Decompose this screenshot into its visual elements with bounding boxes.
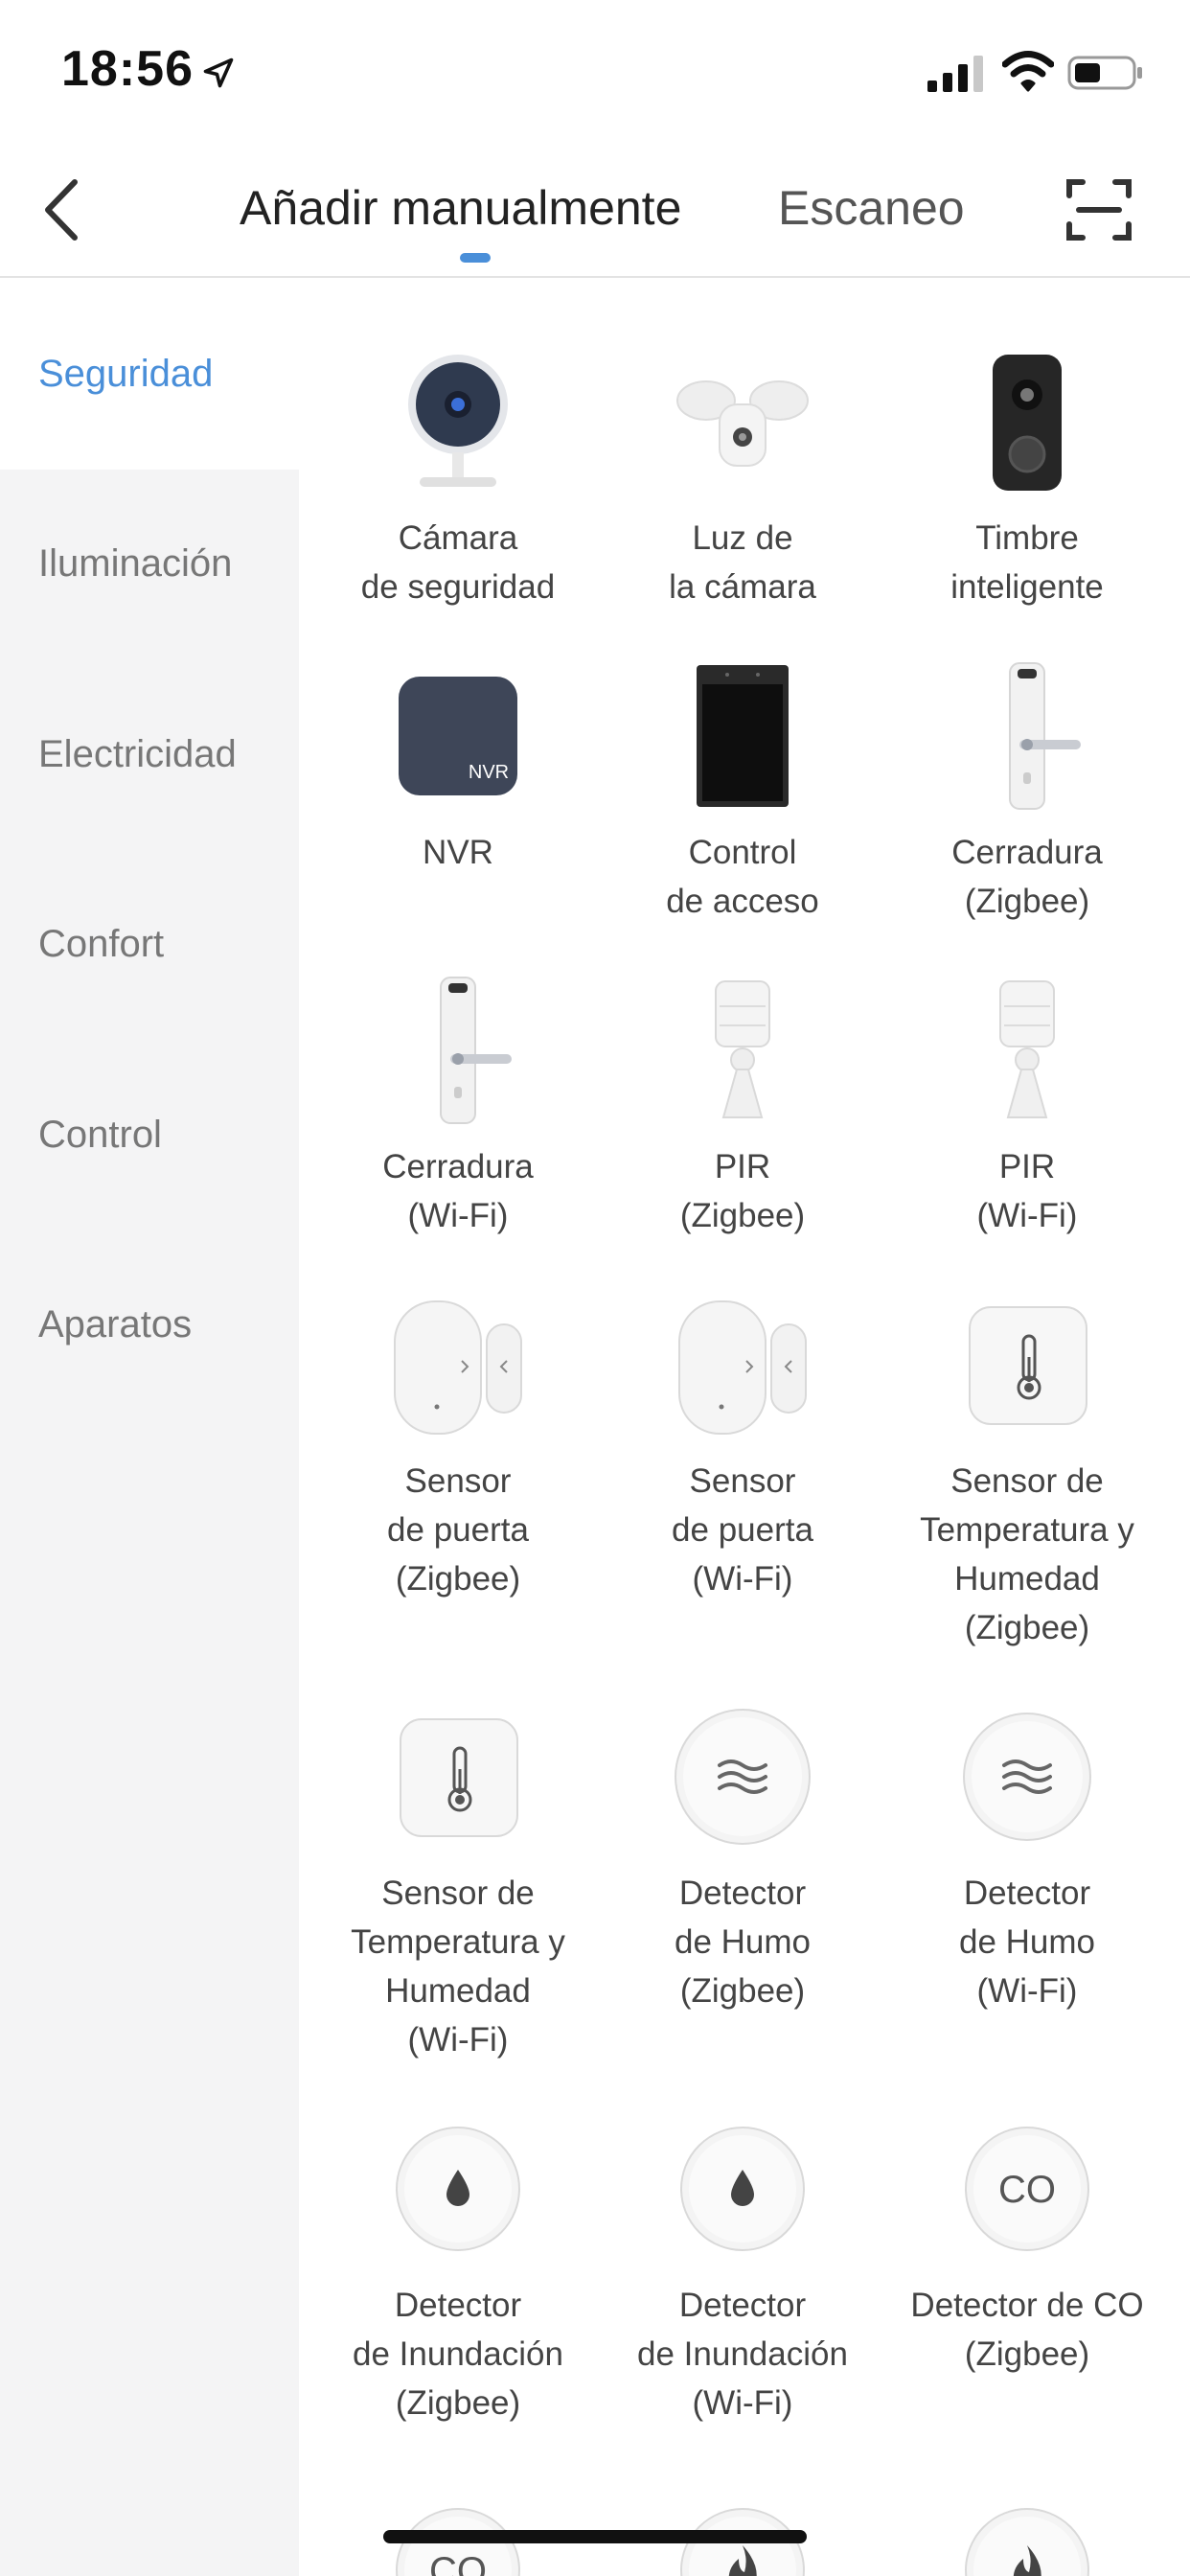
device-tile[interactable]: Detector de Humo (Zigbee) <box>601 1700 884 2015</box>
pir-sensor-icon <box>666 974 819 1127</box>
co-detector-icon: CO <box>950 2112 1104 2266</box>
sidebar-item-control[interactable]: Control <box>38 1114 162 1157</box>
flame-icon <box>950 2494 1104 2576</box>
tab-add-manually[interactable]: Añadir manualmente <box>240 180 681 236</box>
device-label: PIR (Wi-Fi) <box>976 1148 1078 1234</box>
device-label: Detector de Inundación (Zigbee) <box>353 2287 563 2422</box>
device-tile[interactable]: PIR (Wi-Fi) <box>885 974 1169 1240</box>
scan-qr-icon[interactable] <box>1065 176 1133 243</box>
doorbell-icon <box>950 345 1104 498</box>
access-control-icon <box>666 659 819 813</box>
device-label: Sensor de Temperatura y Humedad (Wi-Fi) <box>351 1874 565 2058</box>
device-label: NVR <box>423 834 493 871</box>
device-tile[interactable]: Sensor de Temperatura y Humedad (Zigbee) <box>885 1288 1169 1652</box>
device-tile[interactable]: Sensor de puerta (Zigbee) <box>316 1288 600 1603</box>
status-time: 18:56 <box>61 41 194 97</box>
thermometer-icon <box>381 1700 535 1853</box>
device-tile[interactable]: Sensor de Temperatura y Humedad (Wi-Fi) <box>316 1700 600 2064</box>
device-label: Sensor de puerta (Zigbee) <box>387 1462 529 1598</box>
location-arrow-icon <box>203 58 234 88</box>
device-label: PIR (Zigbee) <box>679 1148 806 1234</box>
device-label: Cerradura (Zigbee) <box>951 834 1103 920</box>
door-lock-icon <box>381 974 535 1127</box>
device-tile[interactable]: Detector de Humo (Wi-Fi) <box>885 1700 1169 2015</box>
device-label: Detector de Inundación (Wi-Fi) <box>637 2287 848 2422</box>
water-drop-icon <box>666 2112 819 2266</box>
svg-text:CO: CO <box>998 2169 1056 2211</box>
device-label: Sensor de Temperatura y Humedad (Zigbee) <box>920 1462 1134 1646</box>
svg-text:CO: CO <box>429 2550 487 2576</box>
cellular-signal-icon <box>927 56 983 92</box>
smoke-detector-icon <box>666 1700 819 1853</box>
pir-sensor-icon <box>950 974 1104 1127</box>
sidebar-item-iluminacion[interactable]: Iluminación <box>38 542 232 586</box>
sidebar-item-confort[interactable]: Confort <box>38 923 164 966</box>
device-tile[interactable]: Cámara de seguridad <box>316 345 600 611</box>
floodlight-camera-icon <box>666 345 819 498</box>
sidebar-item-electricidad[interactable]: Electricidad <box>38 733 237 776</box>
smoke-detector-icon <box>950 1700 1104 1853</box>
tab-scan[interactable]: Escaneo <box>778 180 970 236</box>
device-tile[interactable]: Sensor de puerta (Wi-Fi) <box>601 1288 884 1603</box>
device-label: Detector de CO (Zigbee) <box>910 2287 1144 2373</box>
sidebar-item-aparatos[interactable]: Aparatos <box>38 1303 192 1346</box>
device-tile[interactable]: NVR NVR <box>316 659 600 877</box>
door-sensor-icon <box>666 1288 819 1441</box>
device-tile[interactable]: Cerradura (Zigbee) <box>885 659 1169 926</box>
device-tile[interactable] <box>885 2494 1169 2576</box>
device-tile[interactable]: Control de acceso <box>601 659 884 926</box>
door-sensor-icon <box>381 1288 535 1441</box>
device-label: Cerradura (Wi-Fi) <box>382 1148 534 1234</box>
device-label: Detector de Humo (Wi-Fi) <box>958 1874 1096 2010</box>
device-tile[interactable]: Luz de la cámara <box>601 345 884 611</box>
wifi-icon <box>1002 51 1054 92</box>
status-bar: 18:56 <box>0 0 1190 144</box>
door-lock-icon <box>950 659 1104 813</box>
battery-icon <box>1067 56 1142 90</box>
water-drop-icon <box>381 2112 535 2266</box>
device-label: Sensor de puerta (Wi-Fi) <box>672 1462 813 1598</box>
device-tile[interactable]: Timbre inteligente <box>885 345 1169 611</box>
security-camera-icon <box>381 345 535 498</box>
device-tile[interactable]: Detector de Inundación (Wi-Fi) <box>601 2112 884 2427</box>
category-sidebar <box>0 280 299 2576</box>
device-tile[interactable]: PIR (Zigbee) <box>601 974 884 1240</box>
device-label: Cámara de seguridad <box>360 519 556 606</box>
device-tile[interactable]: Detector de Inundación (Zigbee) <box>316 2112 600 2427</box>
device-label: Detector de Humo (Zigbee) <box>674 1874 812 2010</box>
device-tile[interactable]: Cerradura (Wi-Fi) <box>316 974 600 1240</box>
thermometer-icon <box>950 1288 1104 1441</box>
device-label: Control de acceso <box>666 834 819 920</box>
nvr-icon: NVR <box>381 659 535 813</box>
back-chevron-icon[interactable] <box>38 176 86 243</box>
top-navigation: Añadir manualmente Escaneo <box>0 144 1190 278</box>
active-tab-indicator <box>460 253 491 263</box>
device-tile[interactable]: CO Detector de CO (Zigbee) <box>885 2112 1169 2379</box>
sidebar-item-seguridad[interactable]: Seguridad <box>38 353 213 396</box>
svg-text:NVR: NVR <box>469 762 509 783</box>
home-indicator[interactable] <box>383 2530 807 2543</box>
device-label: Timbre inteligente <box>950 519 1104 606</box>
device-label: Luz de la cámara <box>669 519 816 606</box>
